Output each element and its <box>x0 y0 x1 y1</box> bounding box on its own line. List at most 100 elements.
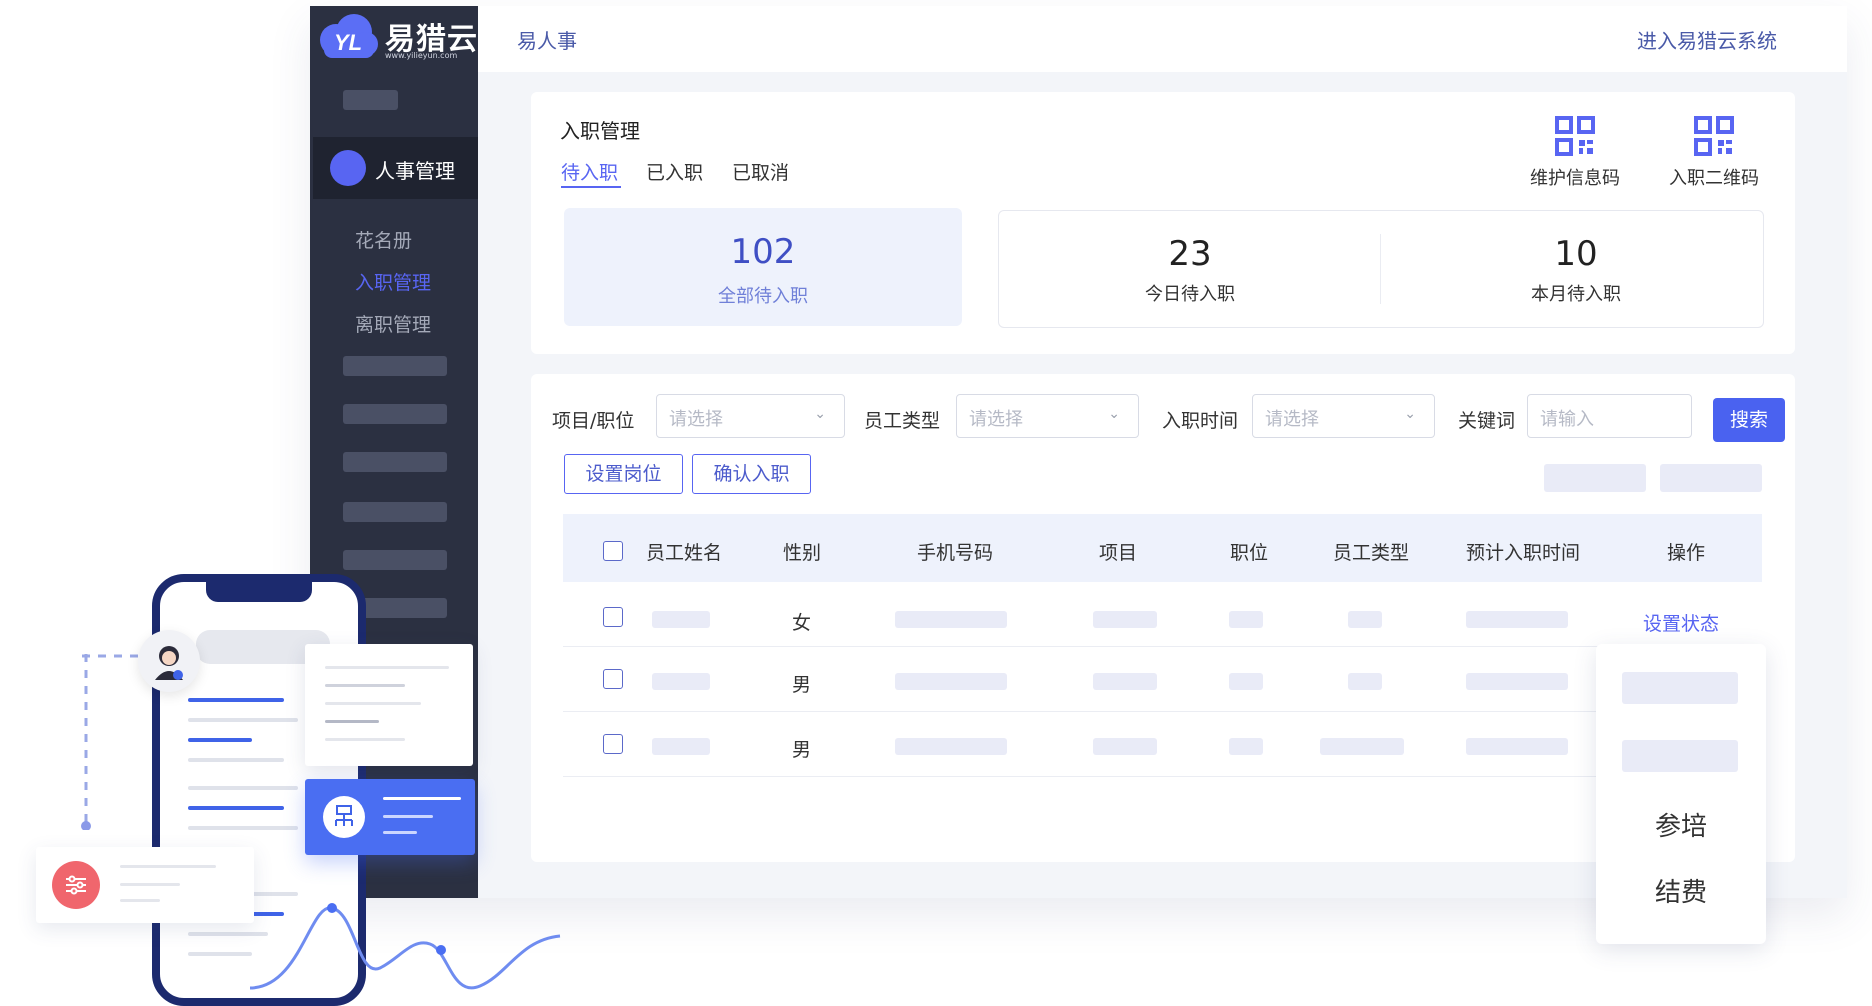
phone-line <box>188 826 298 830</box>
dropdown-option-placeholder[interactable] <box>1622 672 1738 704</box>
tab-joined[interactable]: 已入职 <box>646 158 703 185</box>
sidebar-item-roster[interactable]: 花名册 <box>355 226 412 253</box>
search-button[interactable]: 搜索 <box>1713 398 1785 442</box>
col-employee-type: 员工类型 <box>1333 542 1410 564</box>
sidebar-item-onboarding[interactable]: 入职管理 <box>355 268 431 295</box>
placeholder-button <box>1660 464 1762 492</box>
dashed-connector <box>81 654 91 830</box>
confirm-onboarding-button[interactable]: 确认入职 <box>692 454 811 494</box>
col-gender: 性别 <box>783 542 822 564</box>
stat-month-value: 10 <box>1554 234 1598 274</box>
date-placeholder <box>1466 611 1568 628</box>
filter-date-placeholder: 请选择 <box>1265 409 1319 430</box>
name-placeholder <box>652 738 710 755</box>
col-name: 员工姓名 <box>646 542 723 564</box>
phone-placeholder <box>895 738 1007 755</box>
name-placeholder <box>652 611 710 628</box>
stat-divider <box>1380 234 1381 304</box>
user-avatar-icon <box>138 630 200 692</box>
top-bar-title[interactable]: 易人事 <box>517 25 577 54</box>
phone-notch <box>206 574 312 602</box>
table-row[interactable]: 男 <box>563 712 1663 776</box>
qr-code-icon <box>1694 116 1734 156</box>
position-placeholder <box>1229 738 1263 755</box>
stat-all-pending-label: 全部待入职 <box>718 286 808 307</box>
col-expected-date: 预计入职时间 <box>1466 542 1581 564</box>
set-status-link[interactable]: 设置状态 <box>1643 609 1719 636</box>
floating-org-card <box>305 779 475 855</box>
filter-keyword-label: 关键词 <box>1458 410 1516 432</box>
position-placeholder <box>1229 611 1263 628</box>
enter-system-link[interactable]: 进入易猎云系统 <box>1637 25 1777 54</box>
hr-menu-icon <box>330 150 366 186</box>
active-tab-indicator <box>561 186 621 188</box>
sidebar-placeholder <box>343 90 398 110</box>
sidebar-item-offboarding[interactable]: 离职管理 <box>355 310 431 337</box>
logo-cloud-icon: YL <box>320 14 378 58</box>
sliders-icon <box>52 861 100 909</box>
filter-date-label: 入职时间 <box>1162 410 1239 432</box>
chevron-down-icon: ⌄ <box>1404 406 1416 422</box>
sidebar-placeholder <box>343 452 447 472</box>
stat-today-value: 23 <box>1168 234 1212 274</box>
floating-info-card <box>305 644 473 766</box>
row-checkbox[interactable] <box>603 607 623 627</box>
stat-month-label: 本月待入职 <box>1531 284 1621 305</box>
sidebar-placeholder <box>343 356 447 376</box>
placeholder-button <box>1544 464 1646 492</box>
filter-type-placeholder: 请选择 <box>969 409 1023 430</box>
maintain-info-code-label: 维护信息码 <box>1530 168 1620 189</box>
chevron-down-icon: ⌄ <box>1108 406 1120 422</box>
type-placeholder <box>1320 738 1404 755</box>
project-placeholder <box>1093 738 1157 755</box>
sidebar-placeholder <box>343 404 447 424</box>
phone-line <box>188 738 252 742</box>
row-checkbox[interactable] <box>603 734 623 754</box>
select-all-checkbox[interactable] <box>603 541 623 561</box>
row-divider <box>563 776 1663 777</box>
tab-cancelled[interactable]: 已取消 <box>732 158 789 185</box>
phone-line <box>188 698 284 702</box>
chevron-down-icon: ⌄ <box>814 406 826 422</box>
table-row[interactable]: 女 <box>563 583 1762 647</box>
maintain-info-code-button[interactable]: 维护信息码 <box>1515 116 1635 196</box>
project-placeholder <box>1093 673 1157 690</box>
col-actions: 操作 <box>1667 542 1706 564</box>
phone-placeholder <box>895 611 1007 628</box>
stat-today-label: 今日待入职 <box>1145 284 1235 305</box>
tab-pending[interactable]: 待入职 <box>561 158 618 185</box>
dropdown-option-settlement[interactable]: 结费 <box>1596 872 1766 909</box>
phone-line <box>188 806 284 810</box>
name-placeholder <box>652 673 710 690</box>
filter-project-label: 项目/职位 <box>552 410 635 432</box>
brand-url: www.yilieyun.com <box>385 51 458 60</box>
date-placeholder <box>1466 738 1568 755</box>
phone-line <box>188 718 298 722</box>
col-phone: 手机号码 <box>917 542 994 564</box>
filter-type-label: 员工类型 <box>864 410 941 432</box>
gender-cell: 男 <box>792 739 812 761</box>
table-row[interactable]: 男 <box>563 647 1663 711</box>
filter-project-select[interactable]: 请选择 ⌄ <box>656 394 845 438</box>
qr-code-icon <box>1555 116 1595 156</box>
onboarding-qr-button[interactable]: 入职二维码 <box>1654 116 1774 196</box>
project-placeholder <box>1093 611 1157 628</box>
type-placeholder <box>1348 673 1382 690</box>
set-post-button[interactable]: 设置岗位 <box>564 454 683 494</box>
phone-placeholder <box>895 673 1007 690</box>
onboarding-qr-label: 入职二维码 <box>1669 168 1759 189</box>
sidebar-placeholder <box>343 550 447 570</box>
filter-type-select[interactable]: 请选择 ⌄ <box>956 394 1139 438</box>
row-checkbox[interactable] <box>603 669 623 689</box>
stat-all-pending-value: 102 <box>730 232 796 272</box>
wave-decoration <box>249 903 561 990</box>
filter-date-select[interactable]: 请选择 ⌄ <box>1252 394 1435 438</box>
keyword-input[interactable]: 请输入 <box>1527 394 1692 438</box>
filter-project-placeholder: 请选择 <box>669 409 723 430</box>
keyword-placeholder: 请输入 <box>1540 409 1594 430</box>
sidebar-item-hr-label: 人事管理 <box>375 159 455 183</box>
phone-line <box>188 786 298 790</box>
dropdown-option-training[interactable]: 参培 <box>1596 806 1766 843</box>
gender-cell: 男 <box>792 674 812 696</box>
dropdown-option-placeholder[interactable] <box>1622 740 1738 772</box>
